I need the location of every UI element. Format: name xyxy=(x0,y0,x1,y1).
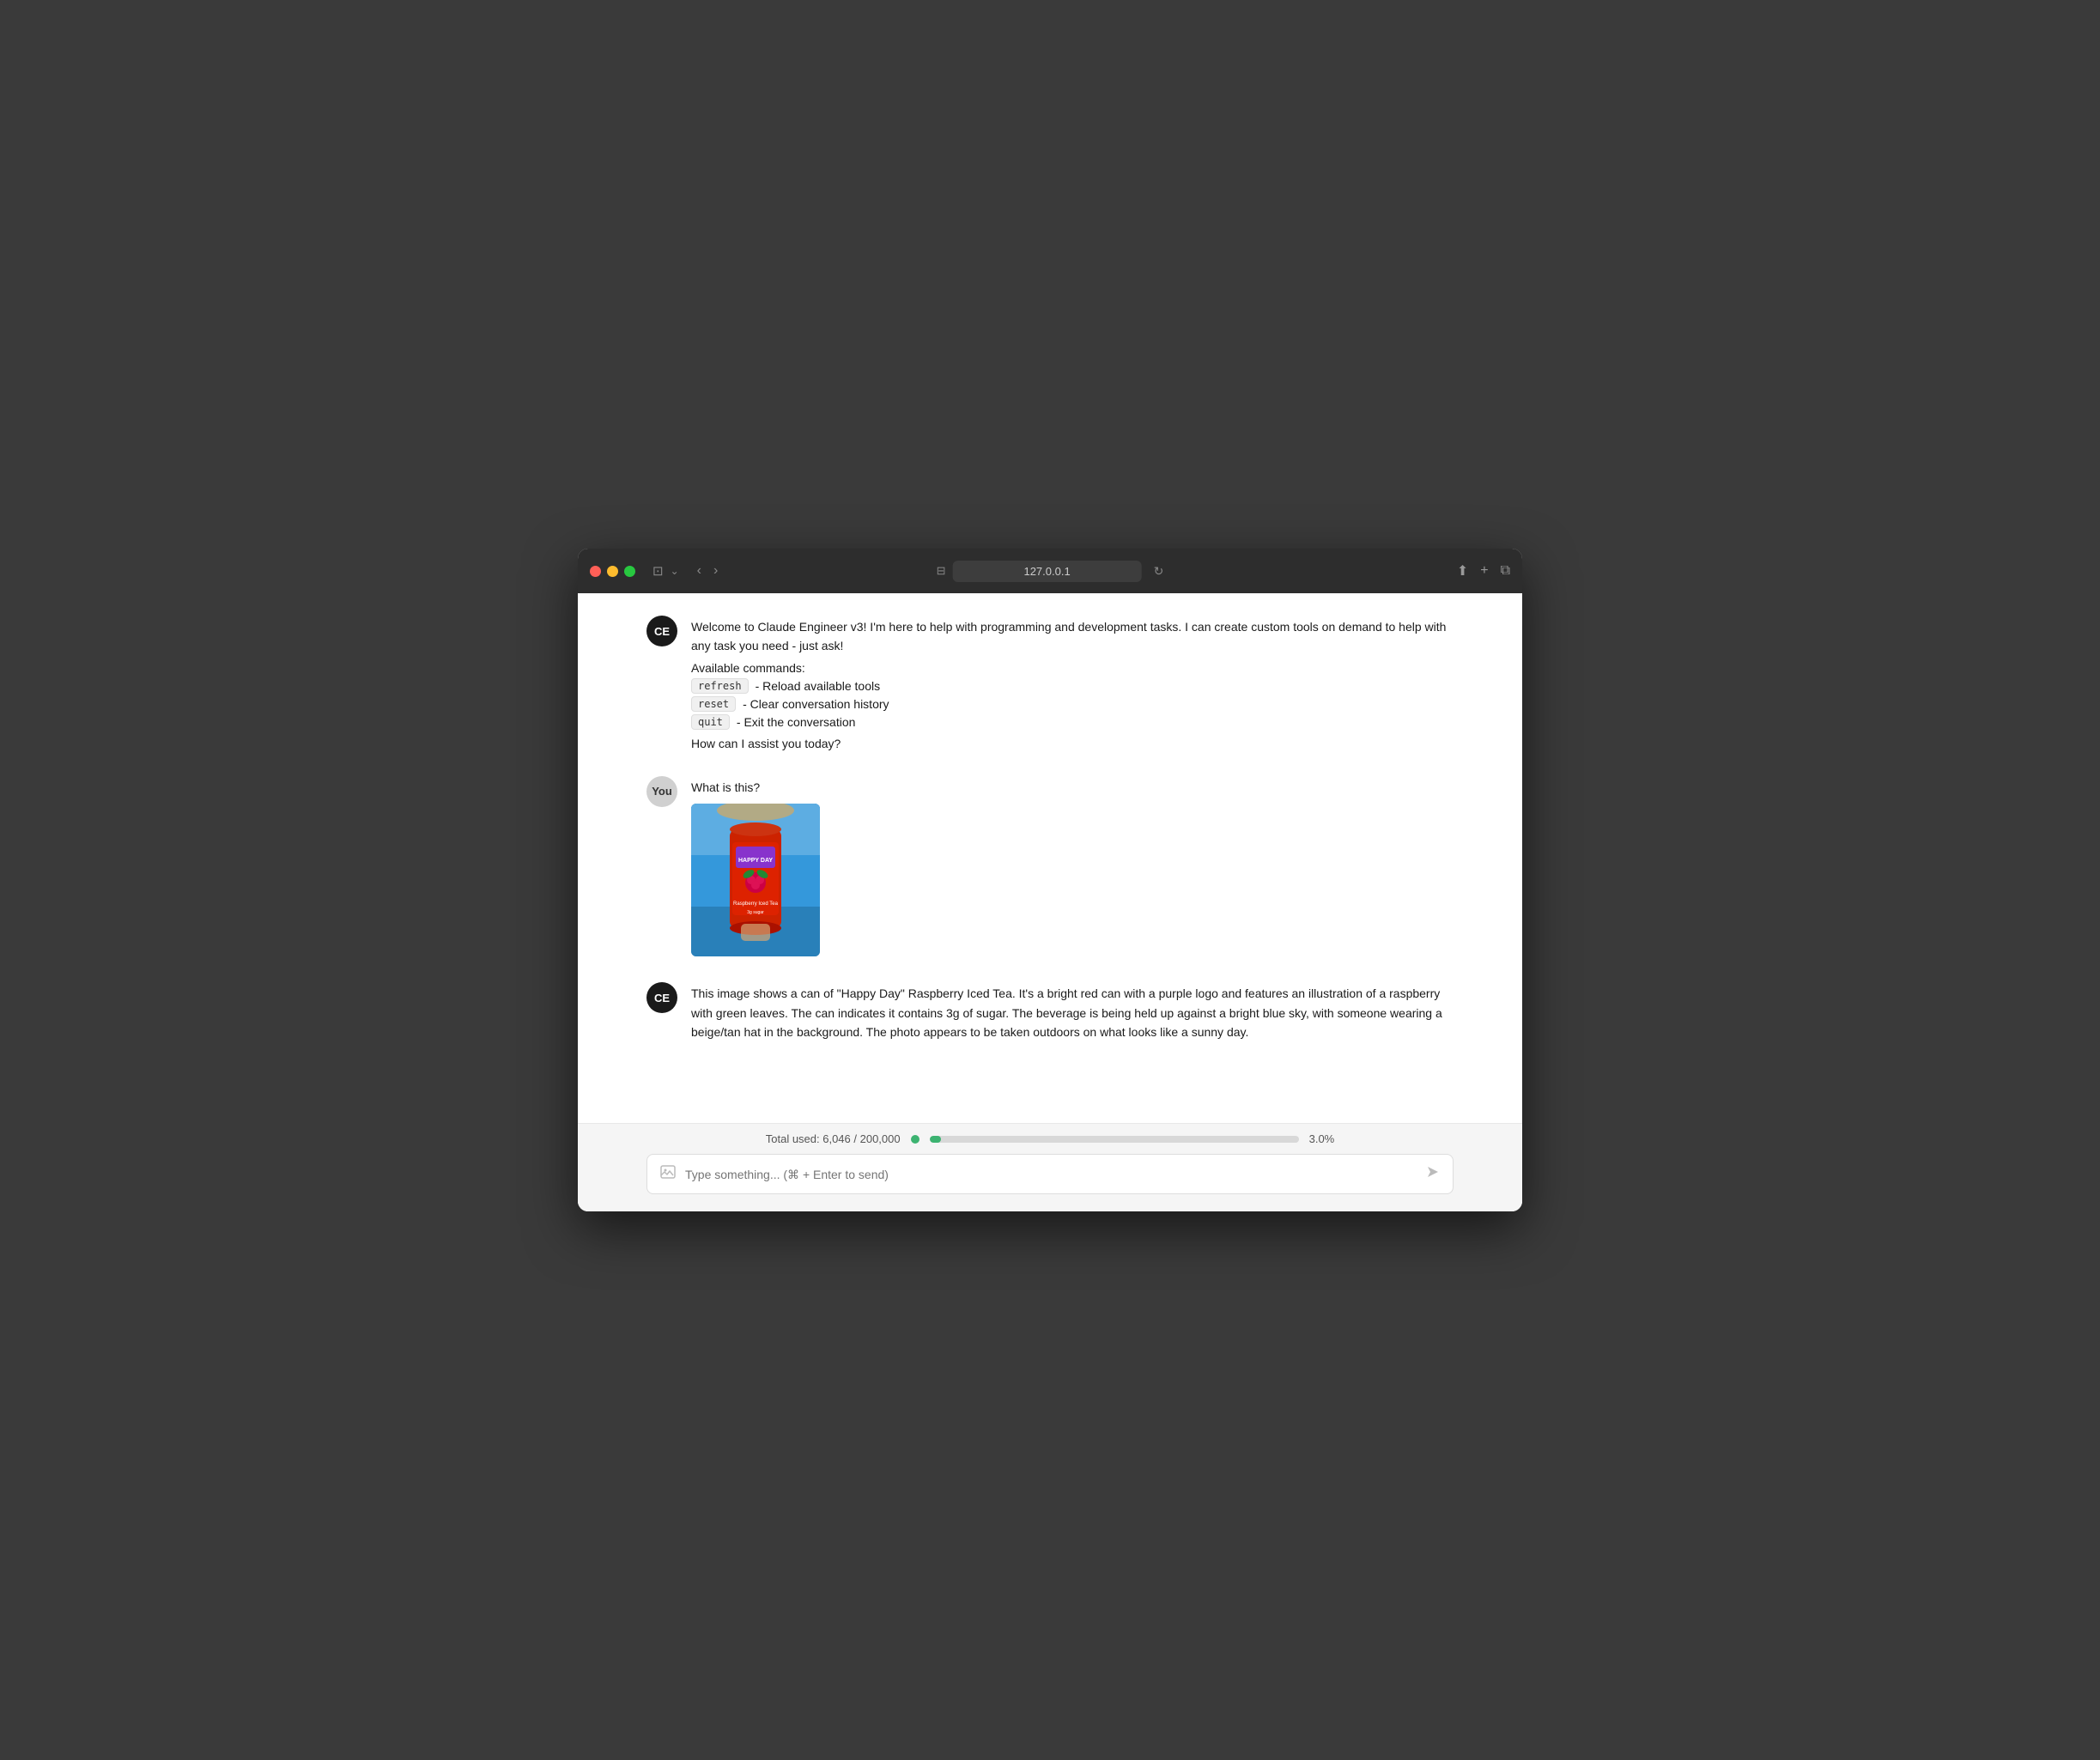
minimize-button[interactable] xyxy=(607,566,618,577)
command-desc-reset: - Clear conversation history xyxy=(743,697,889,711)
command-badge-quit: quit xyxy=(691,714,730,730)
message-ce-response-content: This image shows a can of "Happy Day" Ra… xyxy=(691,980,1454,1041)
address-bar-container: ⊟ 127.0.0.1 ↻ xyxy=(937,561,1164,582)
input-area xyxy=(578,1154,1522,1211)
commands-label: Available commands: xyxy=(691,661,1454,675)
user-question-text: What is this? xyxy=(691,778,1454,797)
address-bar[interactable]: 127.0.0.1 xyxy=(953,561,1142,582)
sidebar-toggle[interactable]: ⊡ ⌄ xyxy=(652,563,679,579)
svg-text:HAPPY DAY: HAPPY DAY xyxy=(738,858,773,864)
browser-window: ⊡ ⌄ ‹ › ⊟ 127.0.0.1 ↻ ⬆ + ⧉ CE xyxy=(578,549,1522,1211)
image-svg: HAPPY DAY Raspberry Iced Tea 3g sugar xyxy=(691,804,820,956)
close-button[interactable] xyxy=(590,566,601,577)
response-text: This image shows a can of "Happy Day" Ra… xyxy=(691,984,1454,1041)
url-text: 127.0.0.1 xyxy=(1023,565,1070,578)
message-input[interactable] xyxy=(685,1168,1417,1181)
user-uploaded-image: HAPPY DAY Raspberry Iced Tea 3g sugar xyxy=(691,804,820,956)
input-box xyxy=(646,1154,1454,1194)
command-badge-reset: reset xyxy=(691,696,736,712)
command-refresh: refresh - Reload available tools xyxy=(691,678,1454,694)
progress-percent: 3.0% xyxy=(1309,1132,1335,1145)
command-reset: reset - Clear conversation history xyxy=(691,696,1454,712)
back-button[interactable]: ‹ xyxy=(693,561,706,580)
chat-area: CE Welcome to Claude Engineer v3! I'm he… xyxy=(578,593,1522,1211)
progress-label: Total used: 6,046 / 200,000 xyxy=(766,1132,901,1145)
messages-list: CE Welcome to Claude Engineer v3! I'm he… xyxy=(578,614,1522,1123)
message-user-content: What is this? xyxy=(691,774,1454,956)
share-icon[interactable]: ⬆ xyxy=(1457,562,1468,580)
progress-bar-fill xyxy=(930,1136,941,1143)
welcome-text: Welcome to Claude Engineer v3! I'm here … xyxy=(691,617,1454,656)
tabs-icon[interactable]: ⧉ xyxy=(1501,563,1510,579)
message-user: You What is this? xyxy=(646,774,1454,956)
maximize-button[interactable] xyxy=(624,566,635,577)
command-desc-quit: - Exit the conversation xyxy=(737,715,856,729)
refresh-button[interactable]: ↻ xyxy=(1154,564,1164,579)
progress-area: Total used: 6,046 / 200,000 3.0% xyxy=(578,1123,1522,1154)
message-ce-response: CE This image shows a can of "Happy Day"… xyxy=(646,980,1454,1041)
avatar-you: You xyxy=(646,776,677,807)
command-badge-refresh: refresh xyxy=(691,678,749,694)
progress-bar-container xyxy=(930,1136,1299,1143)
svg-text:Raspberry Iced Tea: Raspberry Iced Tea xyxy=(733,901,779,907)
send-button[interactable] xyxy=(1425,1164,1441,1184)
nav-arrows: ‹ › xyxy=(693,561,723,580)
avatar-ce: CE xyxy=(646,616,677,646)
title-bar-right: ⬆ + ⧉ xyxy=(1457,562,1510,580)
sidebar-icon: ⊡ xyxy=(652,563,664,579)
chevron-down-icon: ⌄ xyxy=(671,565,679,577)
progress-dot xyxy=(911,1135,920,1144)
message-ce-welcome-content: Welcome to Claude Engineer v3! I'm here … xyxy=(691,614,1454,750)
image-upload-icon[interactable] xyxy=(659,1163,677,1185)
command-quit: quit - Exit the conversation xyxy=(691,714,1454,730)
command-desc-refresh: - Reload available tools xyxy=(756,679,881,693)
avatar-ce-response: CE xyxy=(646,982,677,1013)
title-bar: ⊡ ⌄ ‹ › ⊟ 127.0.0.1 ↻ ⬆ + ⧉ xyxy=(578,549,1522,593)
closing-text: How can I assist you today? xyxy=(691,737,1454,750)
forward-button[interactable]: › xyxy=(709,561,722,580)
message-ce-welcome: CE Welcome to Claude Engineer v3! I'm he… xyxy=(646,614,1454,750)
new-tab-icon[interactable]: + xyxy=(1480,563,1488,579)
svg-text:3g sugar: 3g sugar xyxy=(747,910,764,915)
commands-section: Available commands: refresh - Reload ava… xyxy=(691,661,1454,730)
address-icon: ⊟ xyxy=(937,564,946,578)
traffic-lights xyxy=(590,566,635,577)
